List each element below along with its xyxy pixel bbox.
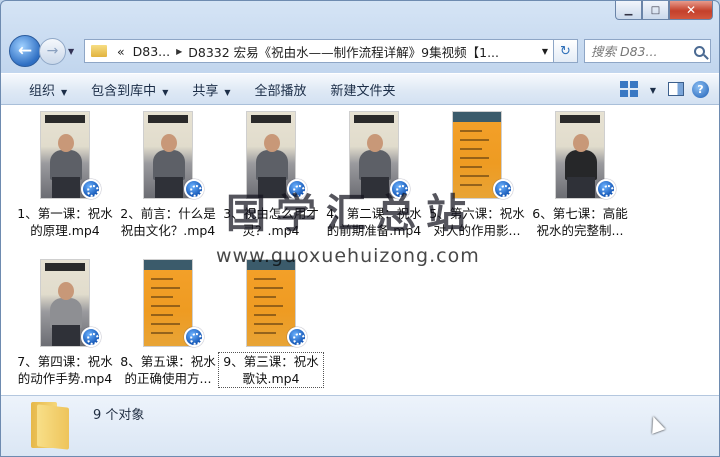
search-box[interactable]: [584, 39, 711, 63]
share-label: 共享: [192, 83, 219, 99]
close-button[interactable]: ✕: [669, 1, 713, 20]
minimize-button[interactable]: ▁: [615, 1, 642, 20]
media-player-icon: [287, 327, 307, 347]
details-pane: 9 个对象: [1, 395, 719, 456]
play-all-button[interactable]: 全部播放: [243, 80, 319, 99]
address-bar[interactable]: « D83... ▶ D8332 宏易《祝由水——制作流程详解》9集视频【1..…: [84, 39, 554, 63]
media-player-icon: [81, 327, 101, 347]
share-menu[interactable]: 共享 ▼: [180, 80, 242, 99]
caption-buttons: ▁ □ ✕: [615, 1, 713, 20]
file-name: 8、第五课：祝水的正确使用方...: [120, 354, 216, 386]
maximize-button[interactable]: □: [642, 1, 669, 20]
refresh-icon[interactable]: ↻: [554, 39, 578, 63]
forward-arrow-icon[interactable]: →: [39, 37, 66, 65]
breadcrumb-current[interactable]: D8332 宏易《祝由水——制作流程详解》9集视频【1...: [184, 42, 503, 61]
object-count: 9 个对象: [93, 408, 145, 423]
breadcrumb-parent[interactable]: D83...: [129, 44, 174, 59]
media-player-icon: [596, 179, 616, 199]
include-library-label: 包含到库中: [91, 83, 157, 99]
command-bar: 组织 ▼ 包含到库中 ▼ 共享 ▼ 全部播放 新建文件夹 ▼ ?: [1, 73, 719, 105]
help-icon[interactable]: ?: [692, 80, 709, 98]
file-name: 6、第七课：高能祝水的完整制...: [532, 206, 628, 238]
media-player-icon: [81, 179, 101, 199]
address-overflow-chevron[interactable]: «: [113, 44, 129, 59]
view-dropdown-icon[interactable]: ▼: [646, 82, 660, 97]
chevron-down-icon: ▼: [162, 87, 169, 97]
file-name: 7、第四课：祝水的动作手势.mp4: [17, 354, 113, 386]
watermark-url: www.guoxuehuizong.com: [216, 245, 480, 267]
folder-icon: [91, 45, 107, 57]
media-player-icon: [493, 179, 513, 199]
file-name: 9、第三课：祝水 歌诀.mp4: [218, 352, 324, 388]
new-folder-button[interactable]: 新建文件夹: [319, 80, 408, 99]
folder-icon: [31, 402, 71, 450]
change-view-icon[interactable]: [619, 81, 638, 97]
file-name: 1、第一课：祝水的原理.mp4: [17, 206, 113, 238]
navigation-bar: ← → ▼ « D83... ▶ D8332 宏易《祝由水——制作流程详解》9集…: [9, 34, 711, 68]
organize-menu[interactable]: 组织 ▼: [17, 80, 79, 99]
recent-pages-dropdown-icon[interactable]: ▼: [68, 47, 80, 56]
include-in-library-menu[interactable]: 包含到库中 ▼: [79, 80, 180, 99]
breadcrumb-separator-icon[interactable]: ▶: [174, 47, 184, 56]
command-bar-right: ▼ ?: [619, 80, 719, 98]
media-player-icon: [184, 327, 204, 347]
file-name: 2、前言：什么是祝由文化？.mp4: [120, 206, 216, 238]
mouse-cursor-icon: [646, 414, 666, 434]
organize-label: 组织: [29, 83, 56, 99]
address-dropdown-icon[interactable]: ▼: [537, 47, 553, 56]
media-player-icon: [184, 179, 204, 199]
back-arrow-icon[interactable]: ←: [9, 35, 41, 67]
search-input[interactable]: [591, 43, 686, 59]
search-icon[interactable]: [694, 45, 705, 57]
chevron-down-icon: ▼: [224, 87, 231, 97]
preview-pane-icon[interactable]: [668, 82, 684, 96]
explorer-window: ▁ □ ✕ ← → ▼ « D83... ▶ D8332 宏易《祝由水——制作流…: [0, 0, 720, 457]
chevron-down-icon: ▼: [61, 87, 68, 97]
watermark-text: 国学汇总站: [226, 190, 476, 237]
